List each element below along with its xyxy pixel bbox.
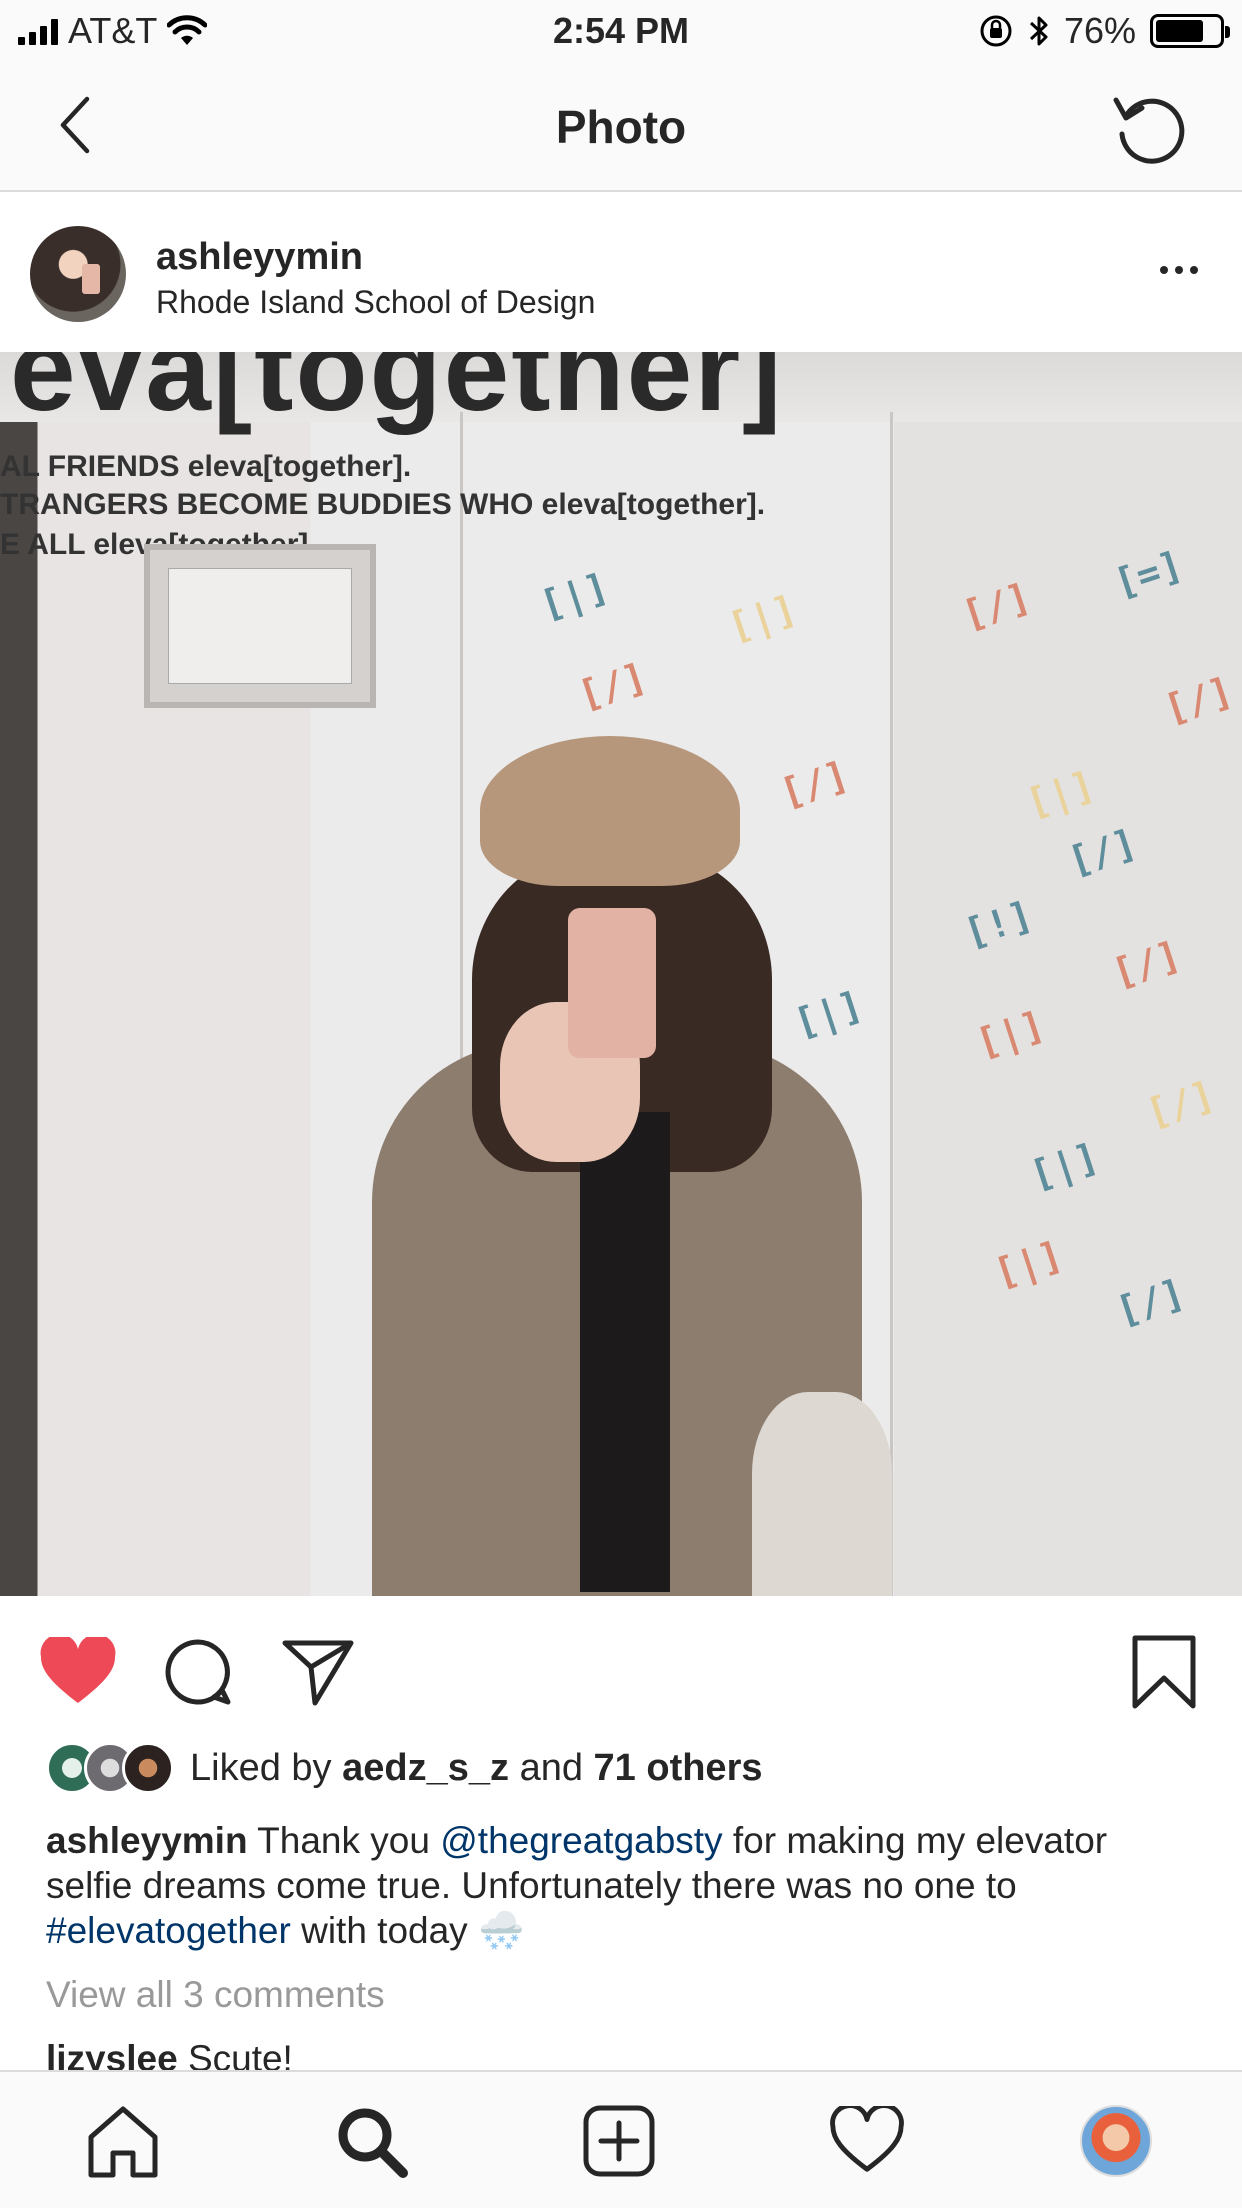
bracket-mark: [/] <box>572 654 652 718</box>
like-button[interactable] <box>38 1632 118 1712</box>
tab-bar <box>0 2070 1242 2208</box>
likes-prefix: Liked by <box>190 1746 332 1789</box>
more-options-button[interactable] <box>1144 248 1214 292</box>
bracket-mark: [=] <box>1108 542 1188 606</box>
author-avatar[interactable] <box>30 226 126 322</box>
bracket-mark: [/] <box>1062 820 1142 884</box>
bracket-mark: [/] <box>1140 1072 1220 1136</box>
author-username[interactable]: ashleyymin <box>156 236 363 279</box>
post-caption: ashleyymin Thank you @thegreatgabsty for… <box>46 1818 1196 1953</box>
status-right: 76% <box>978 10 1230 52</box>
orientation-lock-icon <box>980 15 1012 47</box>
view-all-comments-link[interactable]: View all 3 comments <box>46 1974 385 2016</box>
dot <box>1160 266 1168 274</box>
snow-cloud-emoji: 🌨️ <box>477 1910 525 1951</box>
bracket-mark: [|] <box>988 1232 1068 1296</box>
post-header: ashleyymin Rhode Island School of Design <box>0 194 1242 352</box>
bracket-mark: [|] <box>1020 762 1100 826</box>
add-post-icon <box>583 2105 655 2177</box>
liker-avatar <box>122 1742 174 1794</box>
bookmark-icon <box>1132 1635 1196 1709</box>
home-icon <box>88 2106 158 2178</box>
caption-mention[interactable]: @thegreatgabsty <box>440 1820 722 1861</box>
battery-icon <box>1150 14 1230 48</box>
bracket-mark: [/] <box>1158 668 1238 732</box>
caption-username[interactable]: ashleyymin <box>46 1820 248 1861</box>
nav-bar: Photo <box>0 62 1242 192</box>
bracket-mark: [/] <box>956 574 1036 638</box>
figure-hat <box>480 736 740 886</box>
post-actions <box>0 1596 1242 1736</box>
figure-bag <box>752 1392 892 1596</box>
refresh-icon <box>1113 97 1185 164</box>
likes-row[interactable]: Liked by aedz_s_z and 71 others <box>46 1738 763 1798</box>
liker-username[interactable]: aedz_s_z <box>342 1747 509 1789</box>
caption-hashtag[interactable]: #elevatogether <box>46 1910 291 1951</box>
figure-phone <box>568 908 656 1058</box>
post-location[interactable]: Rhode Island School of Design <box>156 284 595 321</box>
send-icon <box>282 1640 354 1706</box>
bracket-mark: [/] <box>774 752 854 816</box>
liker-avatars <box>46 1740 176 1796</box>
comment-icon <box>165 1639 231 1705</box>
search-icon <box>338 2108 408 2178</box>
share-button[interactable] <box>278 1632 358 1712</box>
photo-text-line: TRANGERS BECOME BUDDIES WHO eleva[togeth… <box>0 488 766 521</box>
comment-button[interactable] <box>158 1632 238 1712</box>
post-photo[interactable]: eva[together] AL FRIENDS eleva[together]… <box>0 352 1242 1596</box>
dot <box>1190 266 1198 274</box>
bracket-mark: [|] <box>1024 1134 1104 1198</box>
bracket-mark: [!] <box>958 892 1038 956</box>
dot <box>1175 266 1183 274</box>
likes-text: Liked by aedz_s_z and 71 others <box>190 1747 763 1790</box>
bracket-mark: [|] <box>722 586 802 650</box>
bracket-mark: [|] <box>788 982 868 1046</box>
refresh-button[interactable] <box>1110 88 1190 168</box>
photo-plaque <box>144 544 376 708</box>
battery-percent: 76% <box>1063 10 1136 51</box>
bracket-mark: [|] <box>970 1002 1050 1066</box>
battery-fill <box>1156 20 1204 42</box>
status-bar: AT&T 2:54 PM 76% <box>0 0 1242 62</box>
tab-home[interactable] <box>80 2098 166 2184</box>
tab-activity[interactable] <box>824 2098 910 2184</box>
bracket-mark: [/] <box>1110 1270 1190 1334</box>
tab-profile-avatar[interactable] <box>1080 2105 1152 2177</box>
caption-text: with today <box>290 1910 478 1951</box>
tab-new-post[interactable] <box>576 2098 662 2184</box>
heart-filled-icon <box>40 1637 116 1703</box>
photo-panel-line <box>890 412 893 1596</box>
bracket-mark: [|] <box>534 564 614 628</box>
photo-text-line: AL FRIENDS eleva[together]. <box>0 450 412 483</box>
likes-count[interactable]: 71 others <box>594 1747 763 1789</box>
caption-text: Thank you <box>247 1820 441 1861</box>
bluetooth-icon <box>1029 16 1048 46</box>
tab-search[interactable] <box>328 2098 414 2184</box>
heart-icon <box>830 2106 904 2172</box>
likes-middle: and <box>519 1746 583 1789</box>
page-title: Photo <box>555 101 687 153</box>
bracket-mark: [/] <box>1106 932 1186 996</box>
figure-inner <box>580 1112 670 1592</box>
save-button[interactable] <box>1124 1632 1204 1712</box>
photo-headline: eva[together] <box>10 352 784 436</box>
